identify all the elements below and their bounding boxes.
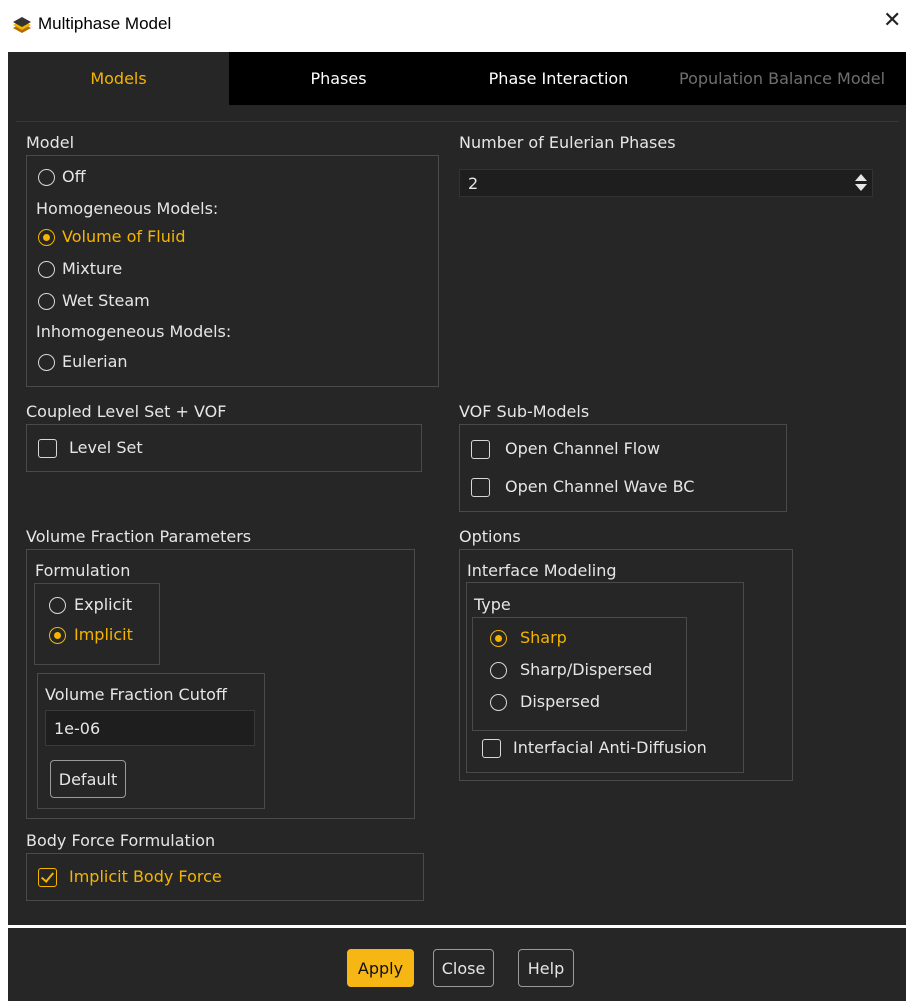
eulerian-radio[interactable]: [38, 354, 55, 371]
volume-fraction-cutoff-label: Volume Fraction Cutoff: [45, 685, 227, 704]
apply-button[interactable]: Apply: [347, 949, 414, 987]
spinner-down-icon[interactable]: [855, 184, 867, 191]
homogeneous-models-heading: Homogeneous Models:: [36, 199, 219, 218]
tab-population-balance-model: Population Balance Model: [679, 69, 886, 88]
dispersed-label[interactable]: Dispersed: [520, 692, 600, 711]
inhomogeneous-models-heading: Inhomogeneous Models:: [36, 322, 232, 341]
sharp-radio[interactable]: [490, 630, 507, 647]
eulerian-phases-value[interactable]: 2: [468, 174, 478, 193]
model-off-label[interactable]: Off: [62, 167, 86, 186]
volume-fraction-cutoff-value[interactable]: 1e-06: [54, 719, 100, 738]
implicit-body-force-label[interactable]: Implicit Body Force: [69, 867, 222, 886]
close-button[interactable]: Close: [433, 949, 494, 987]
type-label: Type: [474, 595, 511, 614]
explicit-radio[interactable]: [49, 597, 66, 614]
vof-sub-models-group: [459, 424, 787, 512]
window-title: Multiphase Model: [38, 14, 172, 33]
wet-steam-radio[interactable]: [38, 293, 55, 310]
title-bar: Multiphase Model ✕: [0, 0, 906, 50]
volume-fraction-cutoff-input[interactable]: 1e-06: [45, 710, 255, 746]
volume-of-fluid-label[interactable]: Volume of Fluid: [62, 227, 186, 246]
open-channel-wave-bc-label[interactable]: Open Channel Wave BC: [505, 477, 694, 496]
coupled-level-set-label: Coupled Level Set + VOF: [26, 402, 227, 421]
model-off-radio[interactable]: [38, 169, 55, 186]
dialog-footer: Apply Close Help: [8, 928, 906, 1001]
interface-modeling-label: Interface Modeling: [467, 561, 617, 580]
open-channel-flow-checkbox[interactable]: [471, 440, 490, 459]
model-group-label: Model: [26, 133, 75, 152]
body-force-formulation-label: Body Force Formulation: [26, 831, 216, 850]
sharp-label[interactable]: Sharp: [520, 628, 567, 647]
open-channel-flow-label[interactable]: Open Channel Flow: [505, 439, 660, 458]
tab-bar: Models Phases Phase Interaction Populati…: [8, 52, 906, 105]
wet-steam-label[interactable]: Wet Steam: [62, 291, 150, 310]
mixture-radio[interactable]: [38, 261, 55, 278]
interfacial-anti-diffusion-checkbox[interactable]: [482, 739, 501, 758]
models-panel: Model Off Homogeneous Models: Volume of …: [8, 105, 906, 910]
formulation-label: Formulation: [35, 561, 131, 580]
volume-of-fluid-radio[interactable]: [38, 229, 55, 246]
ansys-fluent-app-icon: [12, 15, 32, 35]
tab-models[interactable]: Models: [8, 52, 229, 105]
implicit-label[interactable]: Implicit: [74, 625, 133, 644]
close-window-icon[interactable]: ✕: [883, 10, 901, 32]
default-button[interactable]: Default: [50, 760, 126, 798]
vof-sub-models-label: VOF Sub-Models: [459, 402, 590, 421]
implicit-radio[interactable]: [49, 627, 66, 644]
explicit-label[interactable]: Explicit: [74, 595, 132, 614]
dispersed-radio[interactable]: [490, 694, 507, 711]
tab-phases[interactable]: Phases: [229, 52, 448, 105]
spinner-arrows-icon[interactable]: [854, 172, 868, 194]
mixture-label[interactable]: Mixture: [62, 259, 122, 278]
implicit-body-force-checkbox[interactable]: [38, 868, 57, 887]
eulerian-phases-spinner[interactable]: 2: [459, 169, 873, 197]
panel-bottom-gap: [8, 910, 906, 925]
open-channel-wave-bc-checkbox[interactable]: [471, 478, 490, 497]
spinner-up-icon[interactable]: [855, 174, 867, 181]
help-button[interactable]: Help: [518, 949, 574, 987]
options-label: Options: [459, 527, 521, 546]
eulerian-phases-label: Number of Eulerian Phases: [459, 133, 676, 152]
sharp-dispersed-radio[interactable]: [490, 662, 507, 679]
interfacial-anti-diffusion-label[interactable]: Interfacial Anti-Diffusion: [513, 738, 707, 757]
models-panel-content: Model Off Homogeneous Models: Volume of …: [16, 121, 899, 910]
level-set-label[interactable]: Level Set: [69, 438, 143, 457]
tab-phase-interaction[interactable]: Phase Interaction: [448, 52, 669, 105]
eulerian-label[interactable]: Eulerian: [62, 352, 128, 371]
level-set-checkbox[interactable]: [38, 439, 57, 458]
sharp-dispersed-label[interactable]: Sharp/Dispersed: [520, 660, 652, 679]
volume-fraction-parameters-label: Volume Fraction Parameters: [26, 527, 252, 546]
